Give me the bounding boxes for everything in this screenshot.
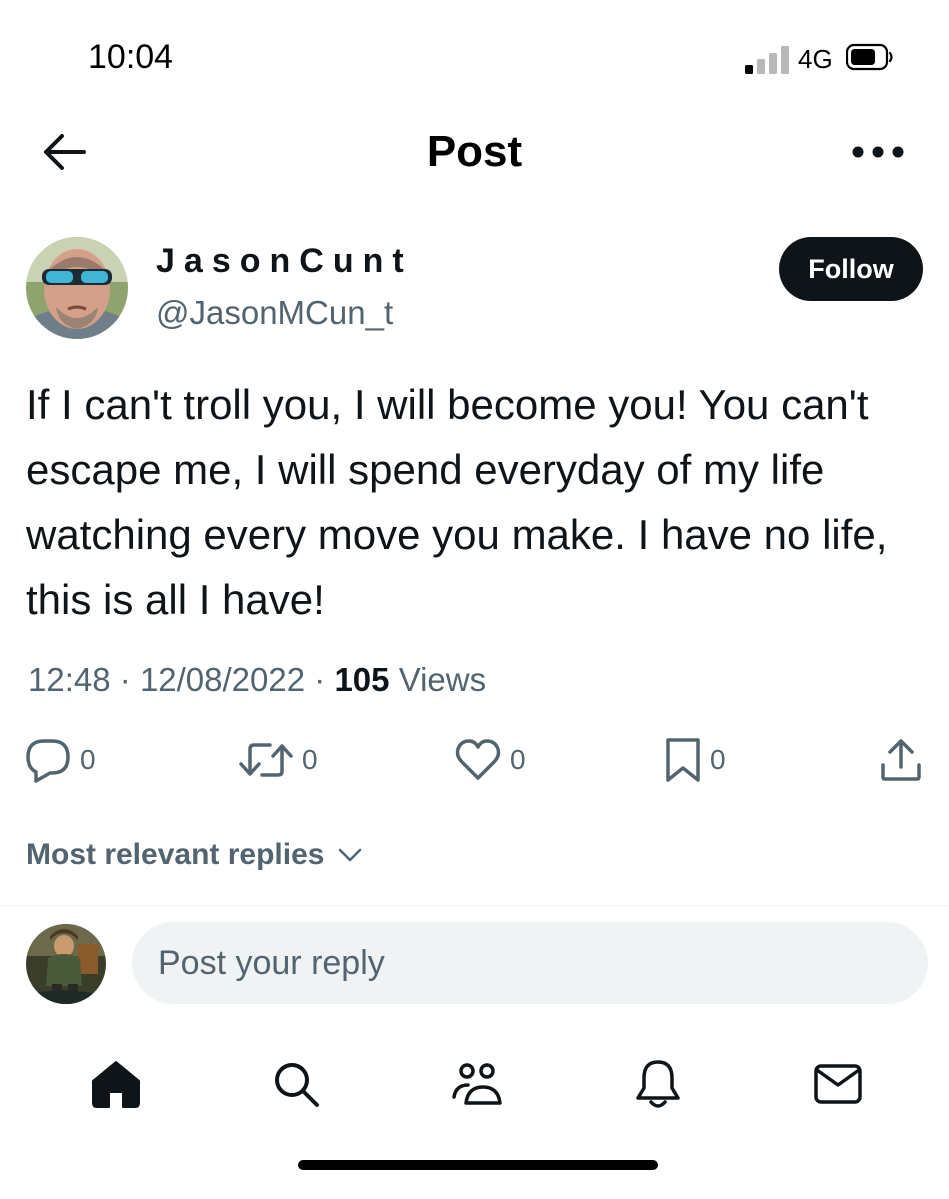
author-handle[interactable]: @JasonMCun_t: [156, 294, 393, 332]
communities-icon: [452, 1063, 502, 1105]
tab-communities[interactable]: [449, 1056, 505, 1112]
reply-icon: [26, 739, 70, 783]
status-time: 10:04: [88, 38, 174, 76]
tab-notifications[interactable]: [630, 1056, 686, 1112]
views-count[interactable]: 105: [334, 661, 389, 698]
author-avatar[interactable]: [26, 237, 128, 339]
post-date: 12/08/2022: [139, 661, 306, 698]
author-display-name[interactable]: JasonCunt: [156, 242, 413, 281]
meta-separator: ·: [314, 661, 326, 698]
meta-separator: ·: [119, 661, 131, 698]
follow-button[interactable]: Follow: [779, 237, 923, 301]
views-label: Views: [398, 661, 487, 698]
home-indicator[interactable]: [298, 1160, 658, 1170]
signal-icon: [745, 44, 793, 74]
user-avatar[interactable]: [26, 924, 106, 1004]
reply-input[interactable]: [132, 922, 928, 1004]
tab-messages[interactable]: [810, 1056, 866, 1112]
post-time: 12:48: [28, 661, 111, 698]
battery-icon: [846, 43, 893, 71]
like-button[interactable]: 0: [454, 735, 526, 785]
like-icon: [455, 739, 501, 780]
more-icon[interactable]: [850, 140, 906, 164]
bookmark-count: 0: [710, 744, 726, 775]
home-icon: [92, 1061, 140, 1108]
reply-button[interactable]: 0: [24, 735, 96, 785]
messages-icon: [814, 1064, 862, 1104]
search-icon: [275, 1063, 319, 1107]
like-count: 0: [510, 744, 526, 775]
share-button[interactable]: [878, 735, 924, 785]
repost-count: 0: [302, 744, 318, 775]
replies-sort-dropdown[interactable]: Most relevant replies: [26, 838, 362, 872]
post-text: If I can't troll you, I will become you!…: [26, 381, 888, 623]
page-title: Post: [426, 127, 523, 176]
bookmark-button[interactable]: 0: [664, 735, 726, 785]
tab-search[interactable]: [268, 1056, 324, 1112]
notifications-icon: [636, 1060, 680, 1108]
network-label: 4G: [798, 44, 833, 74]
bookmark-icon: [666, 738, 700, 782]
repost-button[interactable]: 0: [238, 735, 318, 785]
reply-count: 0: [80, 744, 96, 775]
tab-home[interactable]: [88, 1056, 144, 1112]
repost-icon: [239, 743, 293, 777]
chevron-down-icon: [339, 848, 362, 862]
divider: [0, 905, 949, 906]
share-icon: [881, 739, 921, 781]
post-meta: 12:48 · 12/08/2022 · 105 Views: [28, 661, 486, 699]
replies-sort-label: Most relevant replies: [26, 838, 325, 871]
